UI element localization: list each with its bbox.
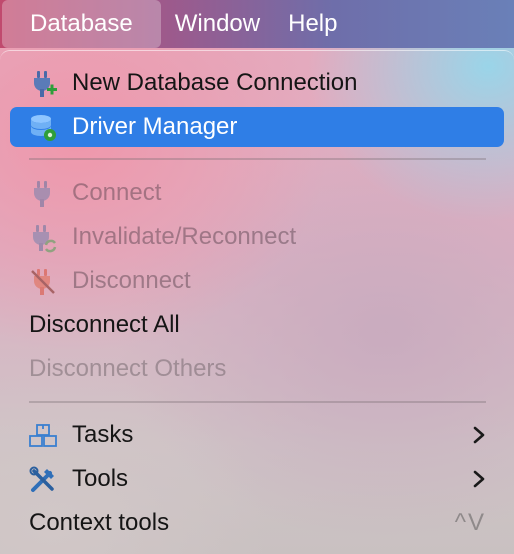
plug-disconnect-icon <box>31 269 55 295</box>
menu-item-disconnect-others[interactable]: Disconnect Others <box>10 349 504 389</box>
shortcut-label: ^V <box>454 509 486 536</box>
menu-item-context-tools[interactable]: Context tools ^V <box>10 503 504 543</box>
menu-item-connect[interactable]: Connect <box>10 173 504 213</box>
menu-item-label: Tasks <box>72 421 134 448</box>
menu-item-label: Context tools <box>29 509 170 536</box>
tools-icon <box>29 466 54 492</box>
menu-item-new-database-connection[interactable]: New Database Connection <box>10 63 504 103</box>
menu-item-driver-manager[interactable]: Driver Manager <box>10 107 504 147</box>
menu-item-disconnect-all[interactable]: Disconnect All <box>10 305 504 345</box>
tasks-boxes-icon <box>29 424 57 447</box>
menu-item-label: New Database Connection <box>72 69 358 96</box>
menu-separator <box>29 158 486 160</box>
menu-item-label: Driver Manager <box>72 113 238 140</box>
database-gear-icon <box>31 115 56 141</box>
plug-plus-icon <box>34 71 57 97</box>
plug-refresh-icon <box>33 225 57 253</box>
menu-item-tools[interactable]: Tools <box>10 459 504 499</box>
menu-bar: Database Window Help <box>0 0 514 48</box>
menu-item-label: Connect <box>72 179 162 206</box>
menu-item-disconnect[interactable]: Disconnect <box>10 261 504 301</box>
menu-item-label: Tools <box>72 465 129 492</box>
plug-icon <box>34 181 50 207</box>
database-menu: New Database Connection Driver Manager C… <box>0 50 514 554</box>
menu-item-label: Invalidate/Reconnect <box>72 223 297 250</box>
menubar-help[interactable]: Help <box>274 0 351 48</box>
menu-item-label: Disconnect All <box>29 311 180 338</box>
menu-item-label: Disconnect Others <box>29 355 227 382</box>
menu-item-label: Disconnect <box>72 267 191 294</box>
chevron-right-icon <box>473 470 485 488</box>
menu-item-invalidate-reconnect[interactable]: Invalidate/Reconnect <box>10 217 504 257</box>
menubar-database[interactable]: Database <box>2 0 161 48</box>
menu-item-tasks[interactable]: Tasks <box>10 415 504 455</box>
menu-separator <box>29 401 486 403</box>
chevron-right-icon <box>473 426 485 444</box>
menubar-window[interactable]: Window <box>161 0 274 48</box>
